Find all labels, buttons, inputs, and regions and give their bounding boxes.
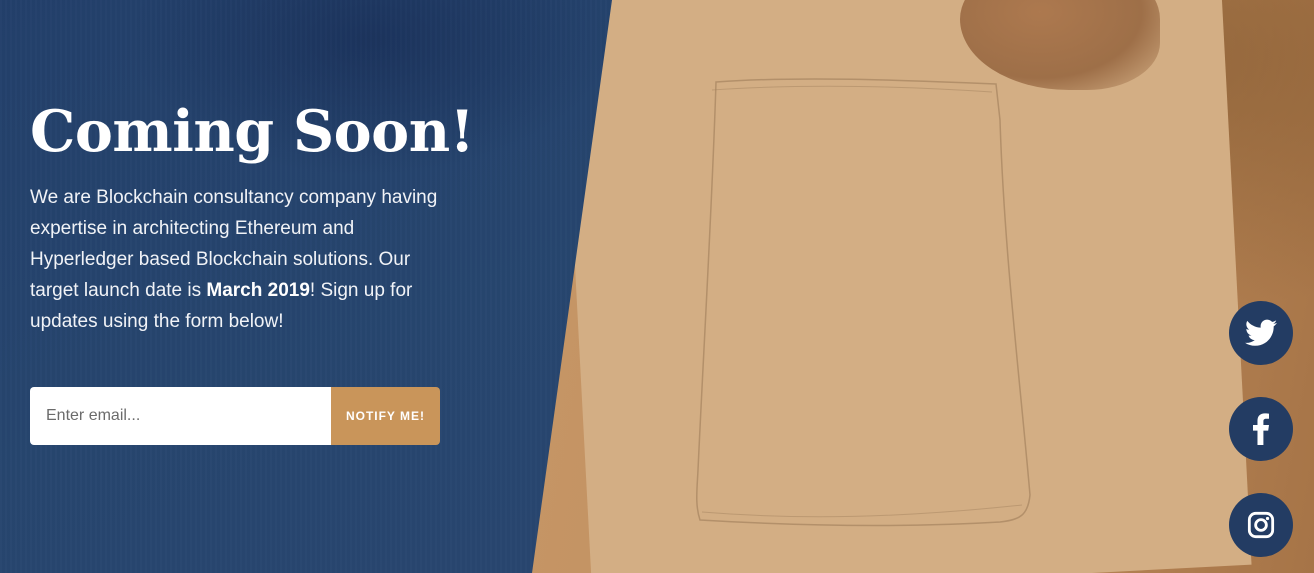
page-title: Coming Soon!: [30, 98, 475, 165]
email-input[interactable]: [30, 387, 331, 445]
twitter-button[interactable]: [1229, 301, 1293, 365]
hero-content: Coming Soon! We are Blockchain consultan…: [30, 96, 475, 337]
signup-form: NOTIFY ME!: [30, 387, 440, 445]
instagram-button[interactable]: [1229, 493, 1293, 557]
instagram-icon: [1247, 511, 1275, 539]
twitter-icon: [1245, 319, 1277, 346]
hero-description: We are Blockchain consultancy company ha…: [30, 182, 450, 337]
launch-date: March 2019: [206, 280, 310, 301]
facebook-button[interactable]: [1229, 397, 1293, 461]
facebook-icon: [1253, 413, 1269, 445]
notify-me-button[interactable]: NOTIFY ME!: [331, 387, 440, 445]
